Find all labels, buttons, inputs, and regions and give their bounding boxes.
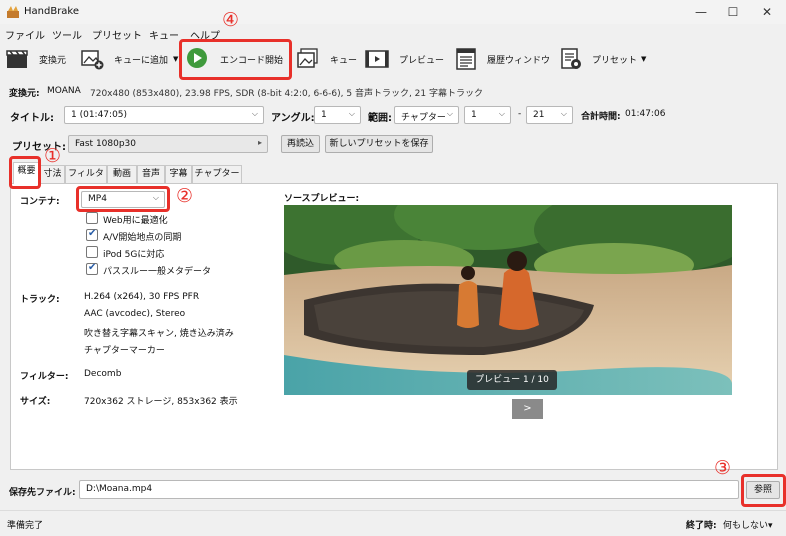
- chevron-down-icon: ⌵: [446, 109, 453, 118]
- range-end-select[interactable]: 21 ⌵: [526, 106, 573, 124]
- title-label: タイトル:: [10, 113, 54, 124]
- destination-input[interactable]: D:\Moana.mp4: [79, 480, 739, 499]
- chevron-down-icon: ⌵: [251, 109, 258, 118]
- highlight-browse: [741, 474, 786, 507]
- ipod-5g-checkbox[interactable]: [86, 246, 98, 258]
- when-done-label: 終了時:: [686, 521, 717, 531]
- size-label: サイズ:: [20, 397, 51, 407]
- activity-window-button[interactable]: 履歴ウィンドウ: [487, 53, 550, 66]
- tab-audio[interactable]: 音声: [137, 165, 165, 183]
- queue-button[interactable]: キュー: [330, 53, 357, 66]
- source-preview-image: [284, 205, 732, 395]
- when-done-select[interactable]: 何もしない▾: [723, 518, 773, 531]
- source-info: 720x480 (853x480), 23.98 FPS, SDR (8-bit…: [90, 89, 483, 99]
- annotation-2: ②: [176, 185, 194, 207]
- title-value: 1 (01:47:05): [71, 110, 128, 120]
- chevron-down-icon: ⌵: [560, 109, 567, 118]
- menu-tools[interactable]: ツール: [52, 27, 82, 42]
- duration-label: 合計時間:: [581, 112, 621, 122]
- tracks-label: トラック:: [20, 295, 60, 305]
- preview-icon[interactable]: [365, 47, 389, 71]
- presets-button[interactable]: プリセット: [592, 53, 637, 66]
- presets-icon[interactable]: [559, 47, 583, 71]
- add-to-queue-icon[interactable]: [80, 47, 104, 71]
- maximize-button[interactable]: ☐: [722, 3, 744, 21]
- passthru-metadata-label: パススルー一般メタデータ: [103, 267, 212, 277]
- av-sync-checkbox[interactable]: [86, 228, 98, 241]
- queue-icon[interactable]: [296, 47, 320, 71]
- range-start-select[interactable]: 1 ⌵: [464, 106, 511, 124]
- menu-file[interactable]: ファイル: [5, 27, 45, 42]
- passthru-metadata-checkbox[interactable]: [86, 262, 98, 275]
- angle-value: 1: [321, 110, 327, 120]
- range-type-value: チャプター: [401, 113, 446, 123]
- angle-label: アングル:: [271, 113, 315, 124]
- next-preview-button[interactable]: >: [512, 399, 543, 419]
- web-optimize-label: Web用に最適化: [103, 216, 168, 226]
- clapperboard-icon[interactable]: [5, 47, 29, 71]
- title-select[interactable]: 1 (01:47:05) ⌵: [64, 106, 264, 124]
- range-start-value: 1: [471, 110, 477, 120]
- highlight-start-encode: [179, 39, 292, 80]
- tab-dimensions[interactable]: 寸法: [40, 165, 65, 183]
- add-queue-dropdown-icon[interactable]: ▼: [173, 55, 178, 63]
- window-title: HandBrake: [24, 6, 80, 17]
- preset-select[interactable]: Fast 1080p30 ▸: [68, 135, 268, 153]
- duration-value: 01:47:06: [625, 109, 666, 119]
- range-type-select[interactable]: チャプター ⌵: [394, 106, 459, 124]
- highlight-container: [76, 186, 170, 212]
- tab-chapters[interactable]: チャプター: [192, 165, 242, 183]
- handbrake-logo-icon: [7, 6, 19, 18]
- highlight-summary-tab: [9, 156, 41, 189]
- preset-value: Fast 1080p30: [75, 139, 137, 149]
- ipod-5g-label: iPod 5Gに対応: [103, 250, 165, 260]
- source-preview-label: ソースプレビュー:: [284, 194, 360, 204]
- chevron-down-icon: ⌵: [498, 109, 505, 118]
- track-subtitles: 吹き替え字幕スキャン, 焼き込み済み: [84, 329, 234, 339]
- size-value: 720x362 ストレージ, 853x362 表示: [84, 397, 238, 407]
- range-dash: -: [518, 109, 522, 119]
- source-label: 変換元:: [9, 89, 40, 99]
- destination-label: 保存先ファイル:: [9, 488, 76, 498]
- chevron-down-icon: ⌵: [348, 109, 355, 118]
- av-sync-label: A/V開始地点の同期: [103, 233, 182, 243]
- add-to-queue-button[interactable]: キューに追加: [114, 53, 168, 66]
- tab-video[interactable]: 動画: [107, 165, 137, 183]
- minimize-button[interactable]: —: [690, 3, 712, 21]
- preview-button[interactable]: プレビュー: [399, 53, 444, 66]
- track-video: H.264 (x264), 30 FPS PFR: [84, 292, 200, 302]
- web-optimize-checkbox[interactable]: [86, 212, 98, 224]
- annotation-3: ③: [714, 457, 732, 479]
- status-text: 準備完了: [7, 521, 44, 531]
- annotation-4: ④: [222, 9, 240, 31]
- menu-queue[interactable]: キュー: [149, 27, 179, 42]
- angle-select[interactable]: 1 ⌵: [314, 106, 361, 124]
- title-bar: [0, 0, 786, 24]
- container-label: コンテナ:: [20, 197, 60, 207]
- close-button[interactable]: ✕: [756, 3, 778, 21]
- track-chapters: チャプターマーカー: [84, 346, 165, 356]
- menu-presets[interactable]: プリセット: [92, 27, 142, 42]
- track-audio: AAC (avcodec), Stereo: [84, 309, 186, 319]
- tab-subtitles[interactable]: 字幕: [165, 165, 192, 183]
- source-name: MOANA: [47, 86, 81, 96]
- reload-preset-button[interactable]: 再読込: [281, 135, 320, 153]
- annotation-1: ①: [44, 145, 62, 167]
- chevron-right-icon: ▸: [257, 138, 262, 147]
- tab-filters[interactable]: フィルタ: [65, 165, 107, 183]
- filters-value: Decomb: [84, 369, 122, 379]
- presets-dropdown-icon[interactable]: ▼: [641, 55, 646, 63]
- range-end-value: 21: [533, 110, 545, 120]
- save-new-preset-button[interactable]: 新しいプリセットを保存: [325, 135, 433, 153]
- range-label: 範囲:: [368, 113, 392, 124]
- status-divider: [0, 510, 786, 511]
- preview-counter-badge: プレビュー 1 / 10: [467, 370, 557, 390]
- source-button[interactable]: 変換元: [39, 53, 66, 66]
- activity-log-icon[interactable]: [454, 47, 478, 71]
- filters-label: フィルター:: [20, 372, 69, 382]
